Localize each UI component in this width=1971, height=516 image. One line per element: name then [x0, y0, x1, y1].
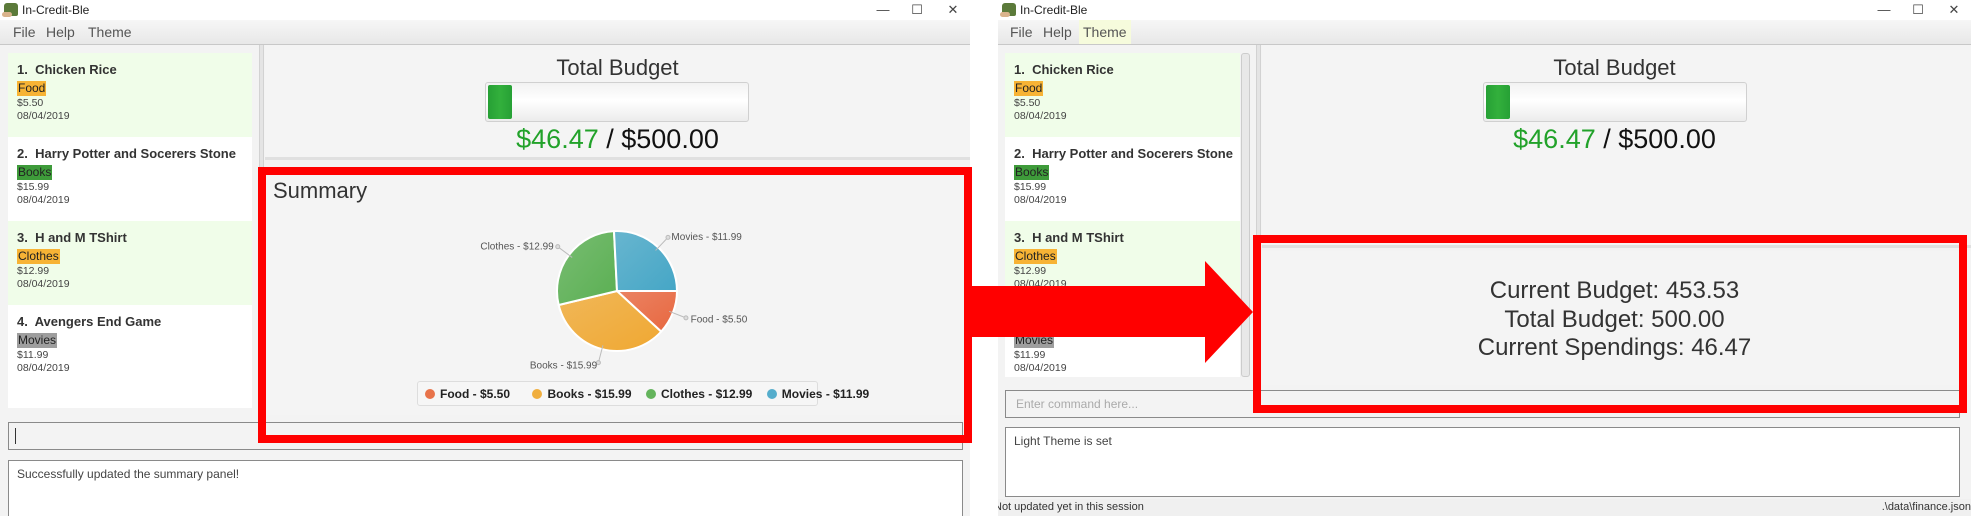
arrow-icon [968, 261, 1253, 363]
